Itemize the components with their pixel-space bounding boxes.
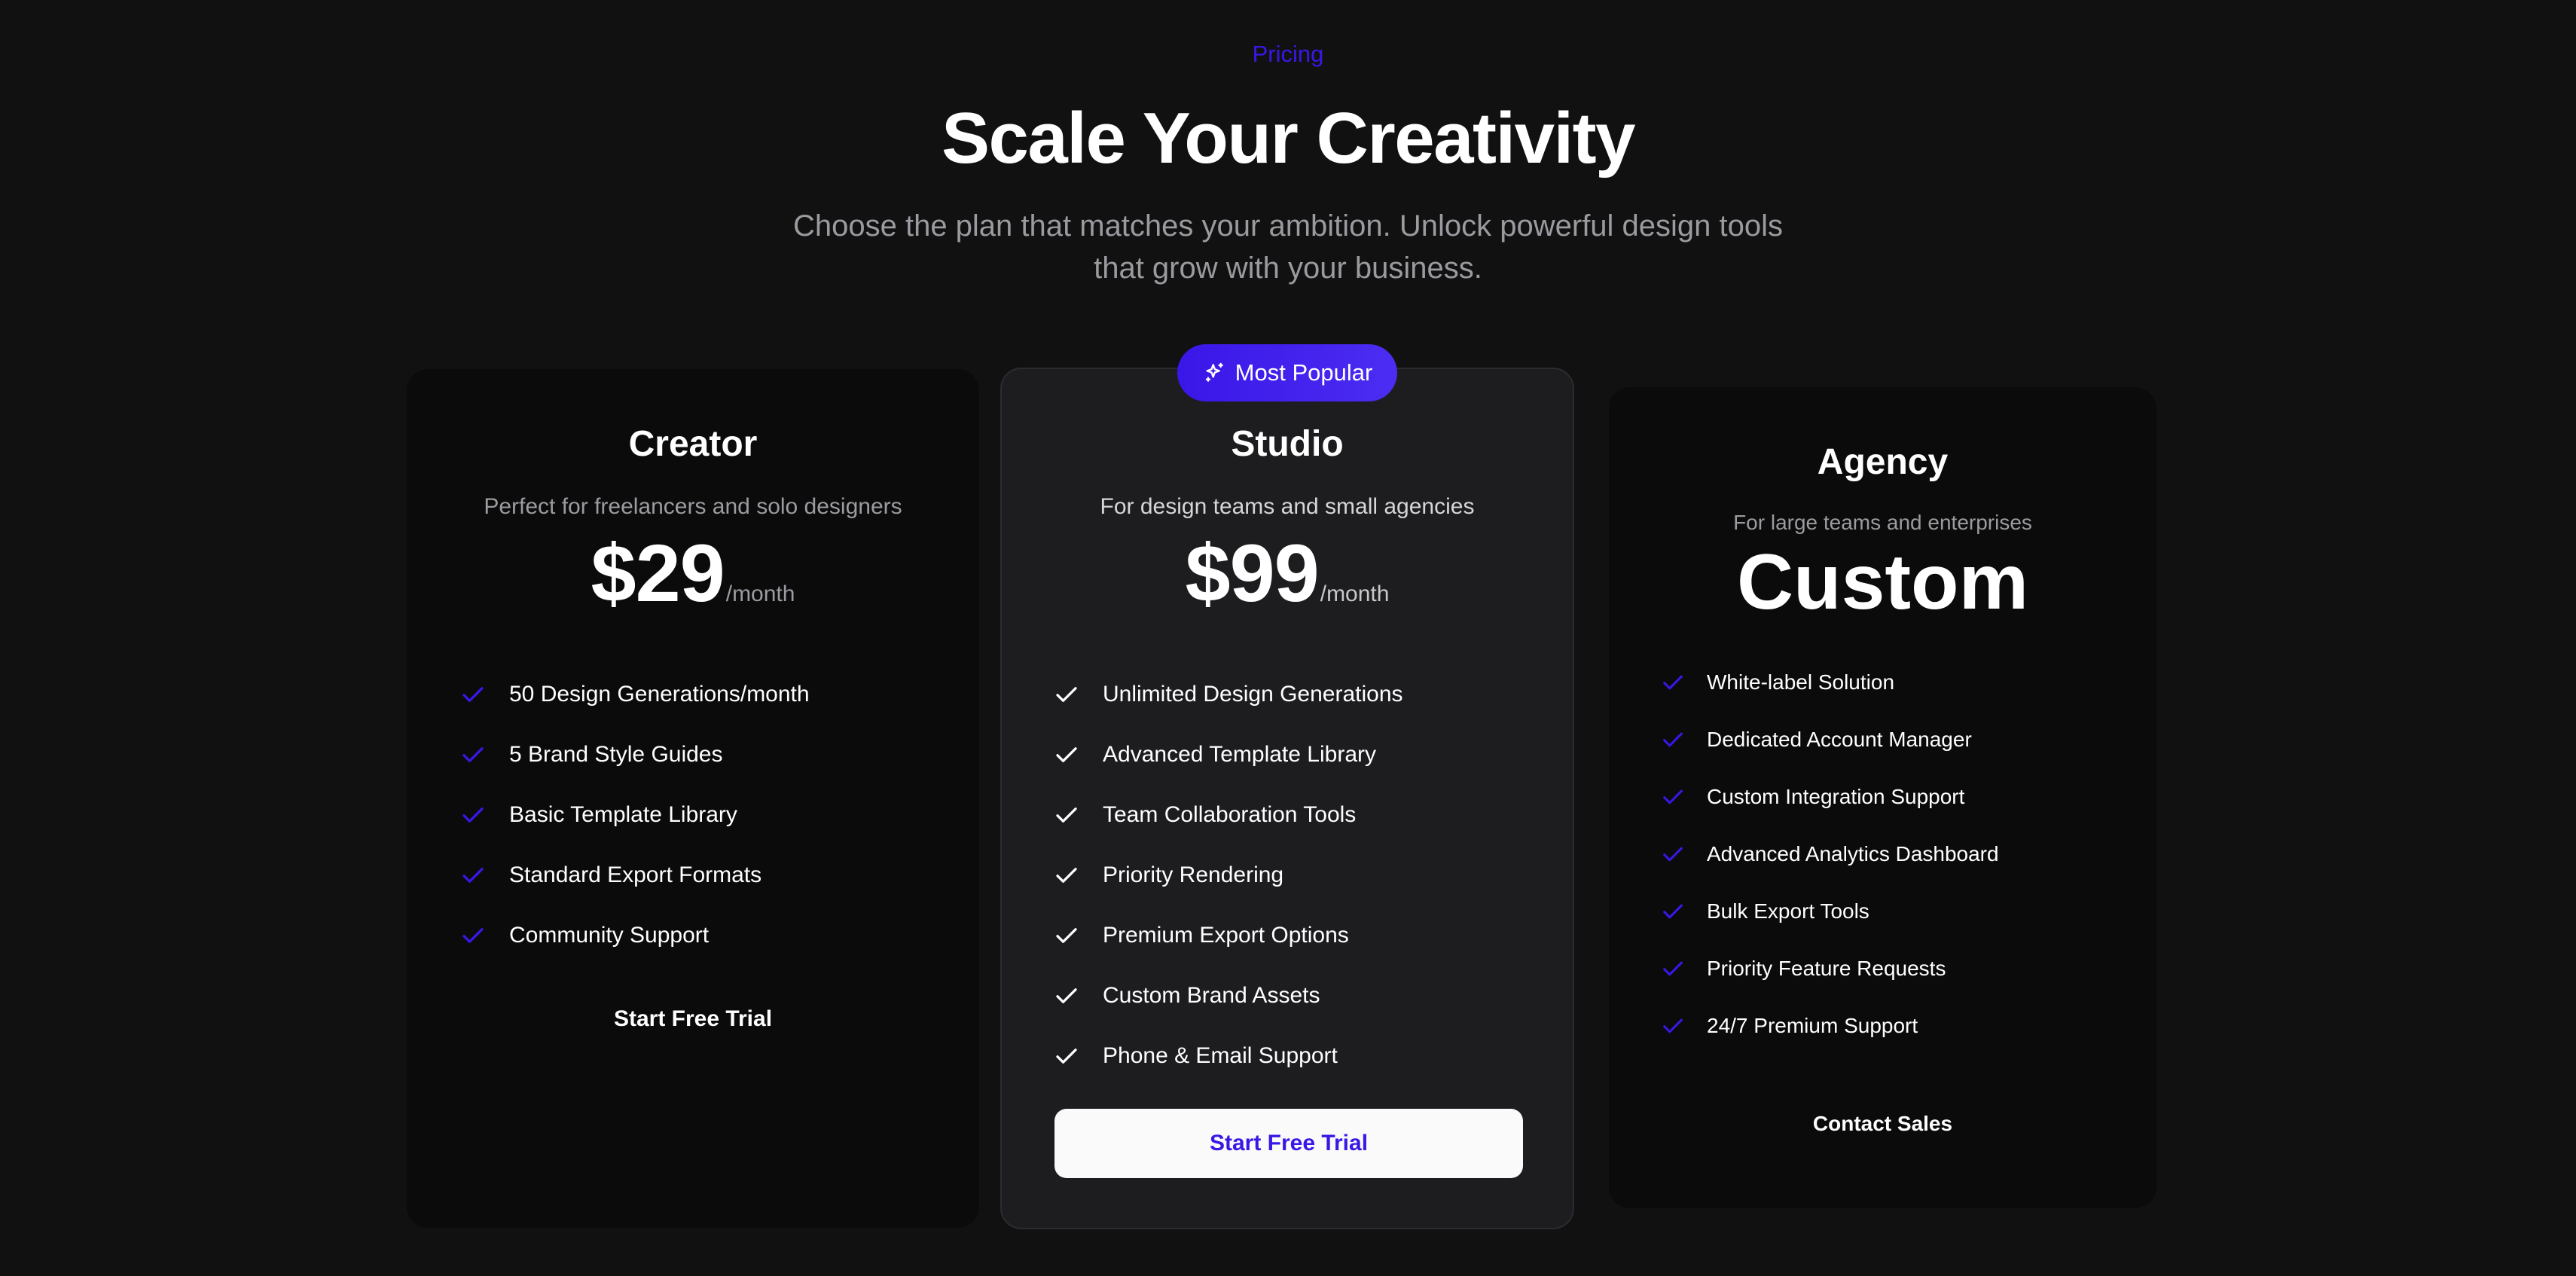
feature-item: Custom Integration Support bbox=[1660, 768, 1999, 826]
feature-label: Custom Integration Support bbox=[1707, 785, 1965, 808]
check-icon bbox=[462, 687, 484, 702]
price-period: /month bbox=[1320, 582, 1390, 606]
subtitle-line-1: Choose the plan that matches your ambiti… bbox=[792, 209, 1784, 243]
check-icon bbox=[1056, 747, 1077, 762]
check-icon bbox=[1663, 675, 1683, 690]
feature-item: Dedicated Account Manager bbox=[1660, 711, 1999, 768]
plan-price: $29 /month bbox=[407, 526, 979, 620]
plan-name: Studio bbox=[1231, 424, 1344, 464]
feature-item: Custom Brand Assets bbox=[1053, 966, 1403, 1026]
check-icon bbox=[1663, 1018, 1683, 1033]
feature-label: Priority Feature Requests bbox=[1707, 957, 1946, 980]
feature-label: Standard Export Formats bbox=[509, 862, 762, 887]
pricing-page: Pricing Scale Your Creativity Choose the… bbox=[0, 0, 2576, 1276]
feature-label: Bulk Export Tools bbox=[1707, 899, 1869, 923]
feature-label: White-label Solution bbox=[1707, 670, 1895, 694]
check-icon bbox=[1056, 868, 1077, 883]
check-icon bbox=[462, 928, 484, 943]
price-amount: $29 bbox=[591, 527, 725, 618]
start-free-trial-button[interactable]: Start Free Trial bbox=[407, 1006, 979, 1032]
start-free-trial-button[interactable]: Start Free Trial bbox=[1055, 1109, 1523, 1178]
check-icon bbox=[1663, 732, 1683, 747]
feature-item: Priority Rendering bbox=[1053, 845, 1403, 905]
feature-label: 24/7 Premium Support bbox=[1707, 1014, 1918, 1037]
plan-description: For design teams and small agencies bbox=[1100, 494, 1475, 519]
feature-item: 24/7 Premium Support bbox=[1660, 997, 1999, 1055]
page-subtitle: Choose the plan that matches your ambiti… bbox=[783, 205, 1793, 289]
plan-price: Custom bbox=[1609, 538, 2156, 627]
feature-item: Basic Template Library bbox=[459, 785, 810, 845]
check-icon bbox=[1056, 807, 1077, 823]
feature-item: Premium Export Options bbox=[1053, 905, 1403, 966]
price-amount: $99 bbox=[1185, 527, 1320, 618]
feature-label: Priority Rendering bbox=[1103, 862, 1284, 887]
feature-label: Custom Brand Assets bbox=[1103, 983, 1320, 1008]
plan-description: Perfect for freelancers and solo designe… bbox=[484, 494, 902, 519]
check-icon bbox=[462, 868, 484, 883]
feature-label: Phone & Email Support bbox=[1103, 1043, 1338, 1068]
page-title: Scale Your Creativity bbox=[941, 98, 1636, 179]
feature-item: Priority Feature Requests bbox=[1660, 940, 1999, 997]
feature-item: Unlimited Design Generations bbox=[1053, 664, 1403, 725]
check-icon bbox=[462, 807, 484, 823]
check-icon bbox=[1056, 1049, 1077, 1064]
check-icon bbox=[462, 747, 484, 762]
check-icon bbox=[1663, 789, 1683, 804]
feature-label: Dedicated Account Manager bbox=[1707, 728, 1972, 751]
feature-list: Unlimited Design Generations Advanced Te… bbox=[1053, 664, 1403, 1086]
check-icon bbox=[1056, 687, 1077, 702]
price-period: /month bbox=[725, 582, 795, 606]
feature-label: Community Support bbox=[509, 923, 710, 948]
feature-item: Bulk Export Tools bbox=[1660, 883, 1999, 940]
plan-card-studio: Studio For design teams and small agenci… bbox=[1000, 368, 1574, 1229]
feature-label: Team Collaboration Tools bbox=[1103, 802, 1357, 827]
feature-label: Advanced Template Library bbox=[1103, 742, 1376, 767]
price-amount: Custom bbox=[1736, 539, 2029, 626]
feature-label: 50 Design Generations/month bbox=[509, 682, 810, 707]
sparkles-icon bbox=[1205, 362, 1223, 382]
most-popular-badge: Most Popular bbox=[1177, 344, 1397, 401]
feature-label: 5 Brand Style Guides bbox=[509, 742, 723, 767]
plan-card-agency: Agency For large teams and enterprises C… bbox=[1609, 387, 2156, 1208]
feature-item: Community Support bbox=[459, 905, 810, 966]
badge-label: Most Popular bbox=[1235, 359, 1373, 386]
check-icon bbox=[1056, 988, 1077, 1003]
feature-item: 50 Design Generations/month bbox=[459, 664, 810, 725]
feature-label: Unlimited Design Generations bbox=[1103, 682, 1403, 707]
feature-item: Advanced Analytics Dashboard bbox=[1660, 826, 1999, 883]
feature-item: Team Collaboration Tools bbox=[1053, 785, 1403, 845]
contact-sales-button[interactable]: Contact Sales bbox=[1609, 1112, 2156, 1136]
plan-card-creator: Creator Perfect for freelancers and solo… bbox=[407, 369, 979, 1228]
plan-price: $99 /month bbox=[1002, 526, 1573, 620]
feature-item: Advanced Template Library bbox=[1053, 725, 1403, 785]
section-eyebrow: Pricing bbox=[1252, 41, 1324, 67]
check-icon bbox=[1663, 961, 1683, 976]
check-icon bbox=[1663, 847, 1683, 862]
feature-list: White-label Solution Dedicated Account M… bbox=[1660, 654, 1999, 1055]
plan-name: Creator bbox=[628, 424, 758, 464]
check-icon bbox=[1056, 928, 1077, 943]
subtitle-line-2: that grow with your business. bbox=[1094, 252, 1482, 285]
feature-label: Advanced Analytics Dashboard bbox=[1707, 842, 1999, 865]
feature-label: Basic Template Library bbox=[509, 802, 737, 827]
check-icon bbox=[1663, 904, 1683, 919]
feature-item: Phone & Email Support bbox=[1053, 1026, 1403, 1086]
plan-description: For large teams and enterprises bbox=[1733, 511, 2032, 534]
feature-item: 5 Brand Style Guides bbox=[459, 725, 810, 785]
feature-label: Premium Export Options bbox=[1103, 923, 1349, 948]
feature-item: Standard Export Formats bbox=[459, 845, 810, 905]
plan-name: Agency bbox=[1817, 442, 1949, 482]
feature-list: 50 Design Generations/month 5 Brand Styl… bbox=[459, 664, 810, 966]
feature-item: White-label Solution bbox=[1660, 654, 1999, 711]
